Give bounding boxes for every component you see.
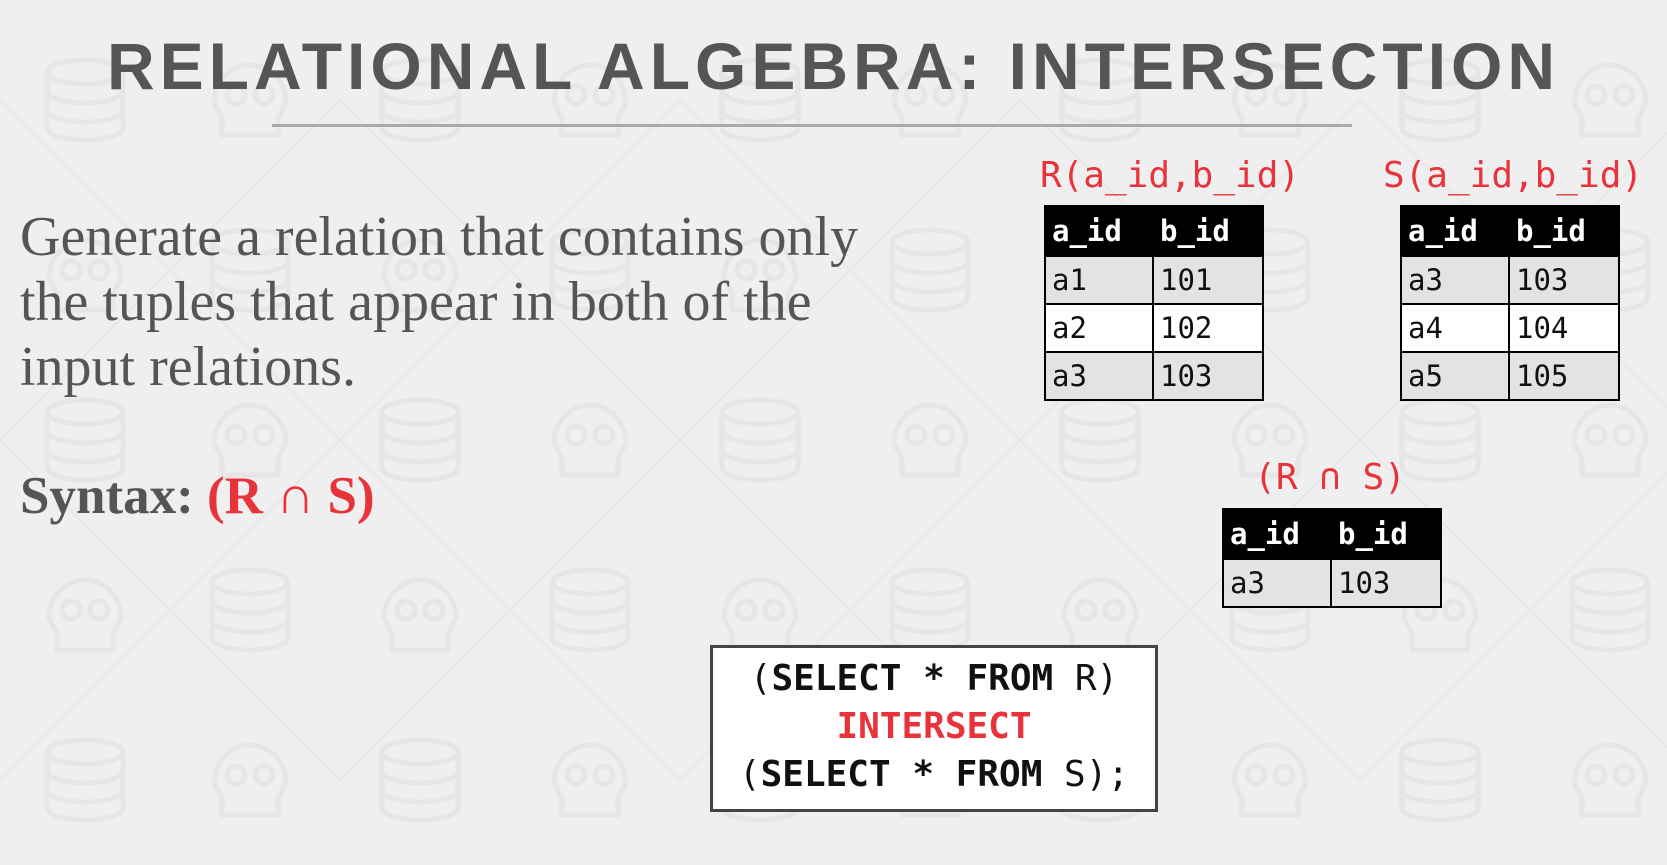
- table-cell: 104: [1508, 303, 1620, 353]
- result-relation-table: a_id b_id a3 103: [1222, 508, 1442, 608]
- slide-title: RELATIONAL ALGEBRA: INTERSECTION: [106, 29, 1561, 103]
- table-row: a4 104: [1400, 303, 1620, 353]
- syntax-expression: (R ∩ S): [207, 467, 375, 525]
- table-row: a1 101: [1044, 255, 1264, 305]
- table-cell: a1: [1044, 255, 1154, 305]
- table-cell: a3: [1044, 351, 1154, 401]
- definition-text: Generate a relation that contains only t…: [20, 206, 859, 398]
- relation-r-table: a_id b_id a1 101 a2 102 a3 103: [1044, 205, 1264, 401]
- table-row: a2 102: [1044, 303, 1264, 353]
- table-cell: a3: [1400, 255, 1510, 305]
- relation-r-label: R(a_id,b_id): [1039, 155, 1301, 196]
- table-header-row: a_id b_id: [1222, 508, 1442, 560]
- table-row: a3 103: [1044, 351, 1264, 401]
- sql-line: (SELECT * FROM S);: [713, 751, 1155, 799]
- sql-relation: R): [1053, 658, 1119, 699]
- sql-paren: (: [749, 658, 772, 699]
- result-relation-label: (R ∩ S): [1254, 457, 1406, 498]
- table-cell: 101: [1152, 255, 1264, 305]
- sql-relation: S);: [1042, 754, 1130, 795]
- column-header: b_id: [1152, 205, 1264, 257]
- table-cell: 103: [1152, 351, 1264, 401]
- sql-intersect-keyword: INTERSECT: [836, 706, 1032, 747]
- table-header-row: a_id b_id: [1400, 205, 1620, 257]
- table-cell: a2: [1044, 303, 1154, 353]
- table-header-row: a_id b_id: [1044, 205, 1264, 257]
- table-row: a5 105: [1400, 351, 1620, 401]
- column-header: b_id: [1330, 508, 1442, 560]
- table-cell: a5: [1400, 351, 1510, 401]
- table-row: a3 103: [1400, 255, 1620, 305]
- sql-example-box: (SELECT * FROM R) INTERSECT (SELECT * FR…: [710, 645, 1158, 812]
- column-header: a_id: [1222, 508, 1332, 560]
- relation-s-table: a_id b_id a3 103 a4 104 a5 105: [1400, 205, 1620, 401]
- table-cell: 102: [1152, 303, 1264, 353]
- sql-keyword: SELECT * FROM: [771, 658, 1054, 699]
- sql-keyword: SELECT * FROM: [760, 754, 1043, 795]
- title-divider: [272, 124, 1352, 127]
- table-cell: a3: [1222, 558, 1332, 608]
- table-cell: a4: [1400, 303, 1510, 353]
- sql-paren: (: [738, 754, 761, 795]
- column-header: b_id: [1508, 205, 1620, 257]
- column-header: a_id: [1044, 205, 1154, 257]
- syntax-label: Syntax:: [20, 467, 208, 525]
- table-cell: 103: [1330, 558, 1442, 608]
- relation-s-label: S(a_id,b_id): [1382, 155, 1644, 196]
- sql-line: (SELECT * FROM R): [713, 655, 1155, 703]
- syntax-line: Syntax: (R ∩ S): [20, 466, 375, 526]
- column-header: a_id: [1400, 205, 1510, 257]
- table-cell: 105: [1508, 351, 1620, 401]
- table-cell: 103: [1508, 255, 1620, 305]
- table-row: a3 103: [1222, 558, 1442, 608]
